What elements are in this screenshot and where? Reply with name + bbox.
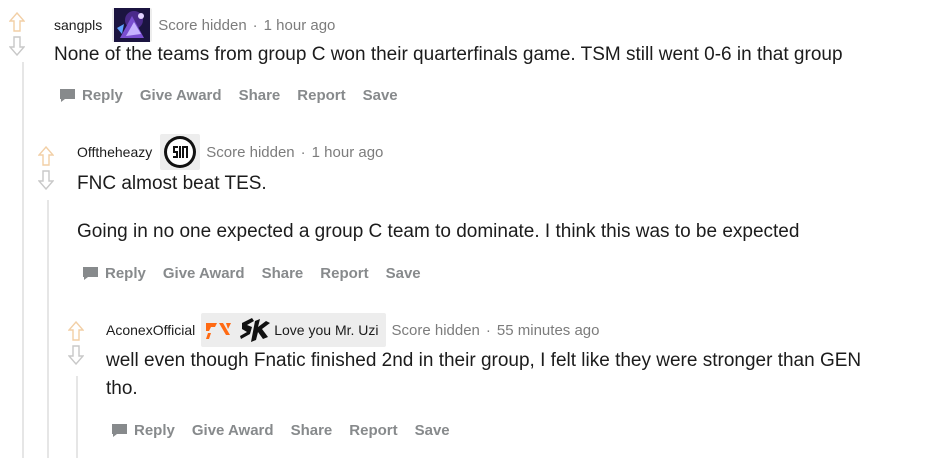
comment-paragraph: Going in no one expected a group C team …: [77, 221, 800, 242]
upvote-arrow-icon[interactable]: [38, 146, 54, 166]
share-button[interactable]: Share: [239, 87, 281, 104]
speech-bubble-icon: [112, 423, 127, 437]
downvote-arrow-icon[interactable]: [38, 170, 54, 190]
save-button[interactable]: Save: [363, 87, 398, 104]
give-award-button[interactable]: Give Award: [192, 422, 274, 439]
comment-paragraph: tho.: [106, 378, 138, 399]
score-hidden: Score hidden: [206, 143, 295, 161]
flair-text: Love you Mr. Uzi: [274, 322, 379, 338]
tsm-logo-icon: [164, 136, 197, 168]
score-hidden: Score hidden: [391, 321, 480, 339]
share-button[interactable]: Share: [262, 265, 304, 282]
comment-actions: Reply Give Award Share Report Save: [59, 84, 415, 106]
author-name[interactable]: Offtheheazy: [77, 144, 152, 160]
downvote-arrow-icon[interactable]: [68, 345, 84, 365]
user-flair: [112, 8, 153, 42]
vote-column: [68, 321, 84, 365]
reply-label: Reply: [105, 264, 146, 282]
thread-line-level-3[interactable]: [76, 376, 78, 458]
author-name[interactable]: sangpls: [54, 17, 102, 33]
reply-button[interactable]: Reply: [111, 422, 175, 439]
timestamp[interactable]: 55 minutes ago: [497, 322, 600, 339]
meta-separator: ·: [300, 143, 306, 161]
comment-body: None of the teams from group C won their…: [54, 41, 843, 69]
comment-actions: Reply Give Award Share Report Save: [111, 419, 467, 441]
vote-column: [38, 146, 54, 190]
thread-line-level-2[interactable]: [47, 200, 49, 458]
speech-bubble-icon: [60, 88, 75, 102]
share-button[interactable]: Share: [291, 422, 333, 439]
vote-column: [9, 12, 25, 56]
timestamp[interactable]: 1 hour ago: [264, 17, 336, 34]
save-button[interactable]: Save: [386, 265, 421, 282]
reply-button[interactable]: Reply: [59, 87, 123, 104]
comment-paragraph: None of the teams from group C won their…: [54, 44, 843, 65]
meta-separator: ·: [252, 16, 258, 34]
downvote-arrow-icon[interactable]: [9, 36, 25, 56]
user-flair: Love you Mr. Uzi: [201, 313, 386, 347]
reply-label: Reply: [82, 86, 123, 104]
comment-paragraph: well even though Fnatic finished 2nd in …: [106, 350, 862, 371]
sk-gaming-logo-icon: [240, 318, 271, 342]
speech-bubble-icon: [83, 266, 98, 280]
upvote-arrow-icon[interactable]: [9, 12, 25, 32]
timestamp[interactable]: 1 hour ago: [312, 144, 384, 161]
upvote-arrow-icon[interactable]: [68, 321, 84, 341]
comment-body: well even though Fnatic finished 2nd in …: [106, 347, 861, 403]
comment-paragraph: FNC almost beat TES.: [77, 173, 267, 194]
give-award-button[interactable]: Give Award: [163, 265, 245, 282]
reply-button[interactable]: Reply: [82, 265, 146, 282]
give-award-button[interactable]: Give Award: [140, 87, 222, 104]
thread-line-level-1[interactable]: [22, 62, 24, 458]
report-button[interactable]: Report: [349, 422, 397, 439]
comment-actions: Reply Give Award Share Report Save: [82, 262, 438, 284]
comment-meta: AconexOfficial Love you Mr. Uzi Score hi…: [106, 313, 599, 347]
report-button[interactable]: Report: [297, 87, 345, 104]
author-name[interactable]: AconexOfficial: [106, 322, 195, 338]
fnatic-logo-icon: [206, 323, 232, 339]
save-button[interactable]: Save: [415, 422, 450, 439]
report-button[interactable]: Report: [320, 265, 368, 282]
comment-body: FNC almost beat TES. Going in no one exp…: [77, 170, 799, 246]
comment-meta: sangpls Score hidden · 1 hour ago: [54, 8, 335, 42]
comment-meta: Offtheheazy Score hidden · 1 hour ago: [77, 134, 383, 170]
avatar-flair-icon: [114, 8, 151, 42]
meta-separator: ·: [485, 321, 491, 339]
reply-label: Reply: [134, 421, 175, 439]
user-flair: [160, 134, 201, 170]
score-hidden: Score hidden: [158, 16, 247, 34]
